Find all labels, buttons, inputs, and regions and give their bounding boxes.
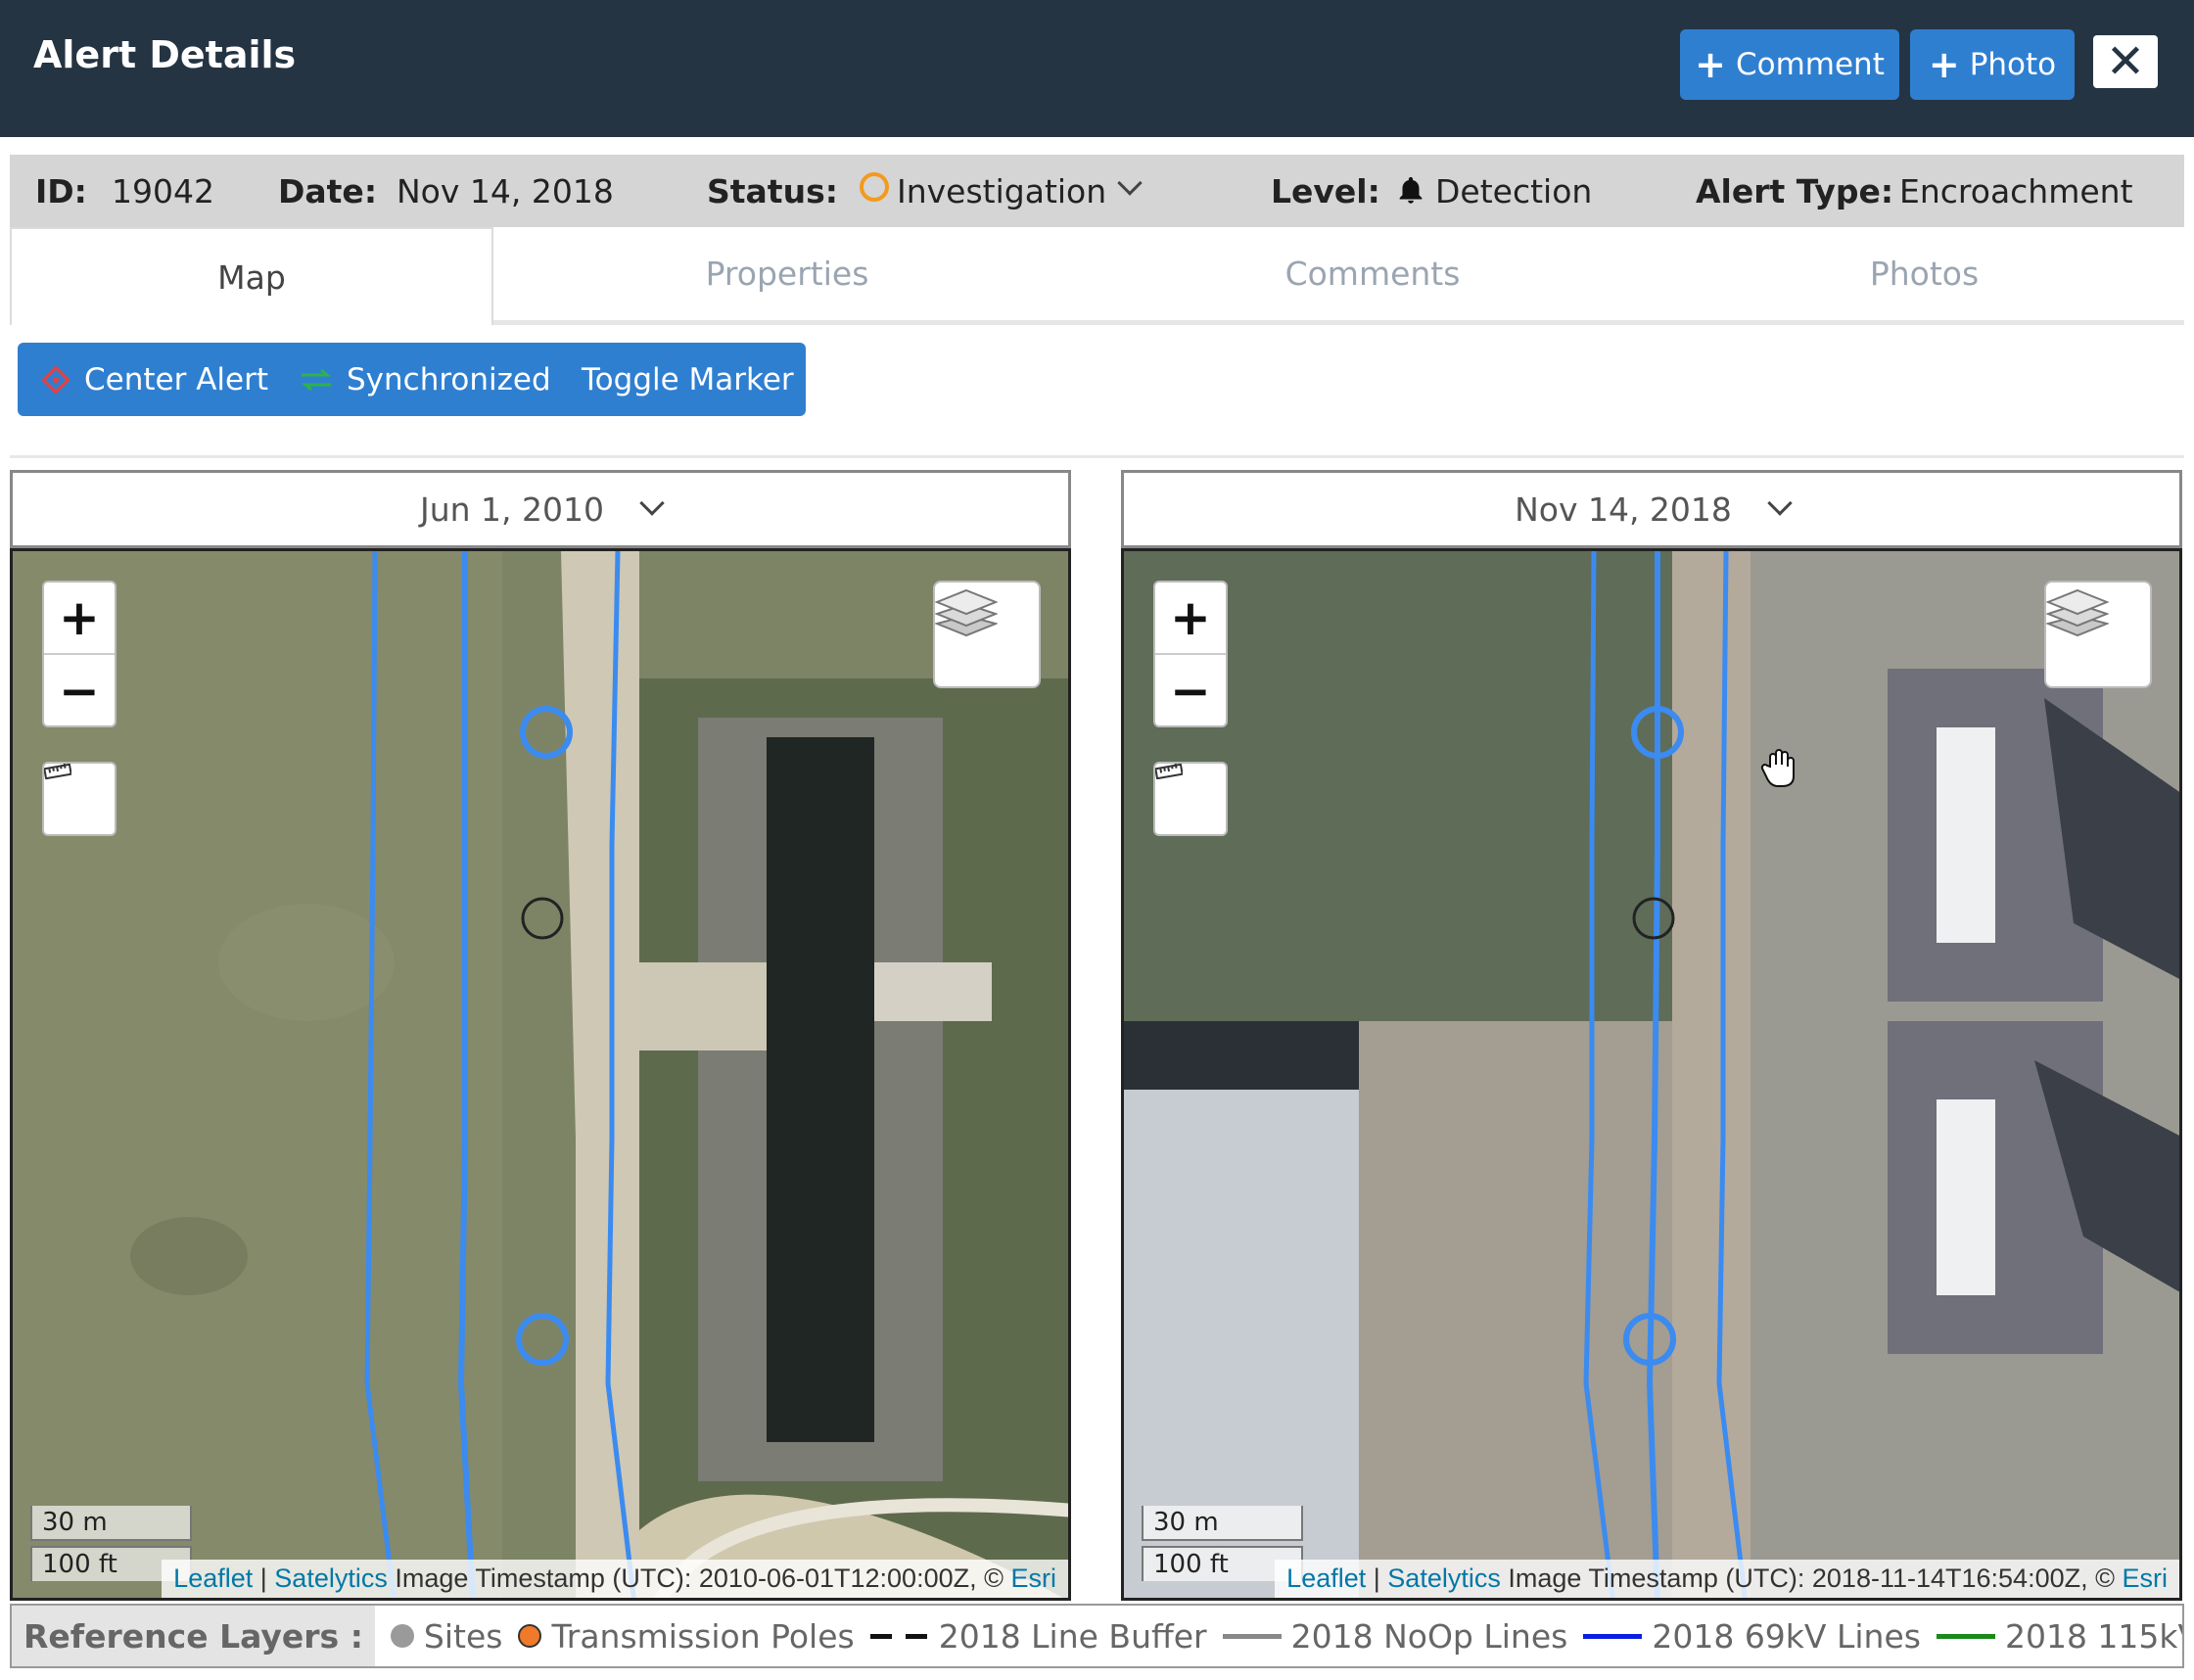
synchronized-label: Synchronized — [347, 361, 551, 397]
plus-icon: + — [1928, 43, 1960, 86]
zoom-control: + − — [1153, 581, 1228, 727]
legend-item-line-buffer: 2018 Line Buffer — [869, 1616, 1207, 1656]
center-alert-label: Center Alert — [84, 361, 268, 397]
reference-layers-legend: Reference Layers : Sites Transmission Po… — [10, 1604, 2184, 1668]
legend-item-69kv: 2018 69kV Lines — [1583, 1617, 1921, 1656]
scale-meters: 30 m — [1142, 1506, 1303, 1541]
gray-line-icon — [1222, 1633, 1282, 1639]
layers-button[interactable] — [933, 581, 1041, 688]
layers-icon — [2046, 588, 2109, 637]
legend-item-sites: Sites — [390, 1616, 503, 1656]
attrib-timestamp: Image Timestamp (UTC): 2018-11-14T16:54:… — [1500, 1563, 2123, 1593]
blue-line-icon — [1583, 1633, 1643, 1639]
synchronized-toggle[interactable]: Synchronized — [300, 343, 551, 416]
right-date-value: Nov 14, 2018 — [1515, 490, 1732, 529]
add-photo-button[interactable]: + Photo — [1910, 29, 2075, 100]
zoom-in-button[interactable]: + — [1155, 583, 1226, 655]
map-toolbar: Center Alert Synchronized Toggle Marker — [18, 343, 806, 416]
bell-icon — [1399, 176, 1423, 204]
id-label: ID: — [35, 171, 87, 210]
measure-button[interactable] — [42, 762, 117, 836]
orange-dot-icon — [518, 1624, 542, 1648]
left-date-select[interactable]: Jun 1, 2010 — [10, 470, 1071, 548]
add-comment-label: Comment — [1735, 47, 1885, 82]
toggle-marker-label: Toggle Marker — [582, 361, 794, 397]
chevron-down-icon[interactable] — [1117, 170, 1143, 196]
crosshair-icon — [41, 364, 70, 395]
satelytics-link[interactable]: Satelytics — [1387, 1563, 1501, 1593]
scale-meters: 30 m — [30, 1506, 192, 1541]
dialog-header: Alert Details + Comment + Photo ✕ — [0, 0, 2194, 137]
map-attribution: Leaflet | Satelytics Image Timestamp (UT… — [1275, 1560, 2179, 1598]
tab-properties[interactable]: Properties — [493, 227, 1081, 325]
layers-icon — [935, 588, 998, 637]
right-date-select[interactable]: Nov 14, 2018 — [1121, 470, 2182, 548]
esri-link[interactable]: Esri — [1011, 1563, 1057, 1593]
level-value: Detection — [1435, 171, 1593, 210]
left-date-value: Jun 1, 2010 — [419, 490, 604, 529]
legend-item-poles: Transmission Poles — [518, 1616, 855, 1656]
divider — [10, 455, 2184, 458]
zoom-out-button[interactable]: − — [1155, 655, 1226, 727]
zoom-out-button[interactable]: − — [44, 655, 115, 727]
left-map[interactable]: + − 30 m 100 ft Leaflet | Satelytics Ima… — [10, 548, 1071, 1601]
chevron-down-icon — [639, 490, 665, 516]
tab-photos[interactable]: Photos — [1664, 227, 2184, 325]
layers-button[interactable] — [2044, 581, 2152, 688]
add-comment-button[interactable]: + Comment — [1680, 29, 1899, 100]
leaflet-link[interactable]: Leaflet — [173, 1563, 253, 1593]
satelytics-link[interactable]: Satelytics — [274, 1563, 388, 1593]
tab-comments[interactable]: Comments — [1081, 227, 1664, 325]
green-line-icon — [1936, 1633, 1995, 1639]
legend-item-noop-lines: 2018 NoOp Lines — [1222, 1616, 1568, 1656]
close-button[interactable]: ✕ — [2093, 34, 2158, 89]
legend-label: Transmission Poles — [551, 1616, 855, 1656]
center-alert-button[interactable]: Center Alert — [41, 343, 268, 416]
zoom-control: + − — [42, 581, 117, 727]
satellite-imagery-2018 — [1124, 551, 2179, 1598]
attrib-separator: | — [259, 1563, 267, 1593]
chevron-down-icon — [1767, 490, 1793, 516]
measure-button[interactable] — [1153, 762, 1228, 836]
legend-title: Reference Layers : — [12, 1606, 375, 1666]
map-attribution: Leaflet | Satelytics Image Timestamp (UT… — [162, 1560, 1068, 1598]
tab-map[interactable]: Map — [10, 227, 493, 325]
attrib-timestamp: Image Timestamp (UTC): 2010-06-01T12:00:… — [387, 1563, 1011, 1593]
plus-icon: + — [1695, 43, 1726, 86]
dashed-line-icon — [869, 1633, 929, 1639]
gray-dot-icon — [390, 1624, 414, 1648]
date-label: Date: — [278, 171, 378, 210]
alert-type-value: Encroachment — [1899, 171, 2133, 210]
tab-bar: Map Properties Comments Photos — [10, 227, 2184, 327]
sync-arrows-icon — [301, 368, 332, 391]
satellite-imagery-2010 — [13, 551, 1068, 1598]
status-label: Status: — [707, 171, 838, 210]
date-value: Nov 14, 2018 — [397, 171, 614, 210]
legend-label: Sites — [423, 1616, 503, 1656]
legend-label: 2018 Line Buffer — [938, 1616, 1207, 1656]
legend-item-115kv: 2018 115kV Lines — [1936, 1616, 2182, 1656]
attrib-separator: | — [1373, 1563, 1380, 1593]
dialog-title: Alert Details — [33, 33, 297, 76]
zoom-in-button[interactable]: + — [44, 583, 115, 655]
leaflet-link[interactable]: Leaflet — [1286, 1563, 1366, 1593]
alert-type-label: Alert Type: — [1696, 171, 1894, 210]
toggle-marker-button[interactable]: Toggle Marker — [582, 343, 794, 416]
status-circle-icon — [860, 172, 889, 202]
ruler-icon — [44, 764, 71, 779]
grab-cursor-icon — [1760, 749, 1795, 787]
status-value[interactable]: Investigation — [897, 172, 1106, 210]
alert-info-bar: ID: 19042 Date: Nov 14, 2018 Status: Inv… — [10, 155, 2184, 227]
esri-link[interactable]: Esri — [2123, 1563, 2169, 1593]
right-map[interactable]: + − 30 m 100 ft Leaflet | Satelytics Ima… — [1121, 548, 2182, 1601]
id-value: 19042 — [112, 171, 214, 210]
level-label: Level: — [1271, 171, 1380, 210]
ruler-icon — [1155, 764, 1183, 779]
legend-label: 2018 115kV Lines — [2004, 1616, 2182, 1656]
add-photo-label: Photo — [1969, 47, 2057, 82]
legend-label: 2018 NoOp Lines — [1290, 1616, 1568, 1656]
legend-label: 2018 69kV Lines — [1652, 1616, 1921, 1656]
